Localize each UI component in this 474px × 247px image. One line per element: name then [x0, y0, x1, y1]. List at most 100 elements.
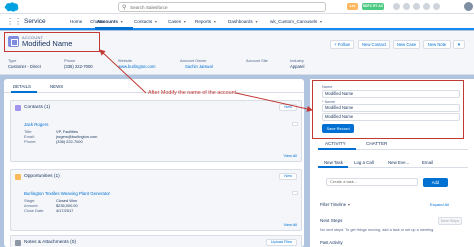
annotation-text: After Modify the name of the account — [148, 90, 237, 96]
tab-log-call[interactable]: Log a Call — [354, 160, 374, 165]
field-industry-label: Industry — [290, 58, 304, 63]
new-contact-card-button[interactable]: New — [279, 104, 297, 111]
no-next-steps-text: No next steps. To get things moving, add… — [320, 228, 435, 232]
activity-tabs: ACTIVITY CHATTER — [318, 139, 468, 150]
field-type-value: Customer - Direct — [8, 64, 41, 69]
nav-item-custom-carousels[interactable]: wk_Custom_Carousels ▼ — [270, 19, 323, 24]
chevron-down-icon[interactable]: ▼ — [120, 20, 123, 24]
notes-icon — [15, 240, 21, 246]
name-input-2[interactable]: Modified Name — [322, 104, 460, 112]
salesforce-logo[interactable] — [4, 2, 19, 12]
chevron-down-icon: ▼ — [456, 42, 462, 47]
nav-item-reports-label: Reports — [195, 19, 212, 24]
active-tab-indicator — [11, 91, 37, 93]
search-icon: ⚲ — [122, 5, 127, 11]
name-input[interactable]: Modified Name — [322, 90, 460, 98]
contacts-card-title[interactable]: Contacts (1) — [24, 105, 50, 110]
tab-details[interactable]: DETAILS — [13, 84, 31, 89]
nav-item-accounts-label: Accounts — [97, 19, 118, 24]
create-task-input[interactable]: Create a task... — [326, 178, 418, 186]
active-subtab-indicator — [318, 166, 348, 168]
contacts-card: Contacts (1) New Jack Rogers Title: VP, … — [10, 100, 302, 162]
past-activity-heading: Past Activity — [320, 240, 343, 245]
notes-card-title[interactable]: Notes & Attachments (0) — [24, 240, 76, 245]
field-industry-value: Apparel — [290, 64, 305, 69]
name-label: Name — [322, 84, 333, 89]
chevron-down-icon[interactable]: ▼ — [213, 20, 216, 24]
notifications-icon[interactable] — [433, 3, 440, 10]
field-site-label: Account Site — [246, 58, 268, 63]
quick-edit-form: Name Modified Name * Name Modified Name … — [312, 80, 464, 139]
tab-news[interactable]: NEWS — [50, 84, 63, 89]
new-case-button[interactable]: New Case — [393, 40, 420, 49]
lex-badge[interactable]: Lex — [347, 3, 358, 10]
row-actions-dropdown[interactable] — [292, 191, 298, 195]
active-nav-indicator — [95, 27, 133, 30]
nav-item-contacts-label: Contacts — [134, 19, 153, 24]
user-avatar[interactable] — [464, 2, 473, 11]
filter-timeline[interactable]: Filter Timeline ▼ — [320, 202, 351, 207]
tab-chatter[interactable]: CHATTER — [366, 141, 387, 146]
expand-all-link[interactable]: Expand All — [430, 202, 449, 207]
nav-item-accounts[interactable]: Accounts ▼ — [97, 19, 123, 24]
nav-item-contacts[interactable]: Contacts ▼ — [134, 19, 158, 24]
opportunities-icon — [15, 174, 21, 180]
more-actions-button[interactable]: ▼ — [453, 40, 465, 49]
save-record-button[interactable]: Save Record — [322, 124, 354, 133]
field-owner-value[interactable]: Sachin Jaiswal — [185, 64, 213, 69]
opportunities-card-title[interactable]: Opportunities (1) — [24, 174, 60, 179]
tab-new-task[interactable]: New Task — [324, 160, 343, 165]
upload-files-button[interactable]: Upload Files — [265, 239, 297, 246]
opportunity-name-link[interactable]: Burlington Textiles Weaving Plant Genera… — [24, 191, 110, 196]
field-website-label: Website — [118, 58, 132, 63]
active-tab-indicator — [318, 148, 356, 150]
kv-label: Close Date: — [24, 208, 45, 213]
nav-item-cases[interactable]: Cases ▼ — [168, 19, 187, 24]
app-nav-bar: ⋮⋮ Service Home Chatter Accounts ▼ Contac… — [0, 14, 474, 30]
row-actions-dropdown[interactable] — [292, 122, 298, 126]
app-name: Service — [24, 18, 46, 25]
kv-value: (336) 222-7000 — [56, 139, 83, 144]
new-note-button[interactable]: New Note — [423, 40, 451, 49]
filter-timeline-label: Filter Timeline — [320, 202, 347, 207]
global-search-input[interactable]: ⚲ Search Salesforce — [118, 2, 326, 12]
new-contact-button[interactable]: New Contact — [358, 40, 390, 49]
activity-sub-tabs: New Task Log a Call New Eve... Email — [318, 158, 468, 168]
app-launcher-icon[interactable]: ⋮⋮ — [6, 17, 22, 26]
global-actions-icon[interactable] — [403, 3, 410, 10]
chevron-down-icon: ▼ — [347, 203, 351, 207]
follow-button[interactable]: + Follow — [330, 40, 354, 49]
kv-value: 4/17/2017 — [56, 208, 74, 213]
field-owner-label: Account Owner — [180, 58, 207, 63]
kv-label: Phone: — [24, 139, 37, 144]
tab-activity[interactable]: ACTIVITY — [325, 141, 346, 146]
nav-item-dashboards-label: Dashboards — [228, 19, 253, 24]
contact-name-link[interactable]: Jack Rogers — [24, 122, 48, 127]
contacts-icon — [15, 105, 21, 111]
sdfc-badge[interactable]: SDFC RT AC — [362, 3, 384, 10]
chevron-down-icon[interactable]: ▼ — [319, 20, 322, 24]
more-steps-button[interactable]: More Steps — [438, 217, 462, 225]
chevron-down-icon[interactable]: ▼ — [255, 20, 258, 24]
nav-item-dashboards[interactable]: Dashboards ▼ — [228, 19, 258, 24]
notes-attachments-card: Notes & Attachments (0) Upload Files — [10, 235, 302, 247]
chevron-down-icon[interactable]: ▼ — [154, 20, 157, 24]
tab-email[interactable]: Email — [422, 160, 433, 165]
nav-item-home[interactable]: Home — [70, 19, 82, 24]
contacts-view-all-link[interactable]: View All — [283, 153, 297, 158]
favorites-icon[interactable] — [393, 3, 400, 10]
new-opportunity-card-button[interactable]: New — [279, 173, 297, 180]
help-icon[interactable] — [413, 3, 420, 10]
nav-item-reports[interactable]: Reports ▼ — [195, 19, 217, 24]
field-website-value[interactable]: www.burlington.com — [118, 64, 155, 69]
opportunities-card: Opportunities (1) New Burlington Textile… — [10, 169, 302, 231]
global-header: ⚲ Search Salesforce Lex SDFC RT AC — [0, 0, 474, 14]
next-steps-heading: Next Steps — [320, 218, 343, 223]
chevron-down-icon[interactable]: ▼ — [183, 20, 186, 24]
setup-gear-icon[interactable] — [423, 3, 430, 10]
field-type-label: Type — [8, 58, 17, 63]
name-input-3[interactable]: Modified Name — [322, 113, 460, 121]
tab-new-event[interactable]: New Eve... — [388, 160, 409, 165]
add-task-button[interactable]: Add — [423, 178, 448, 187]
opportunities-view-all-link[interactable]: View All — [283, 222, 297, 227]
